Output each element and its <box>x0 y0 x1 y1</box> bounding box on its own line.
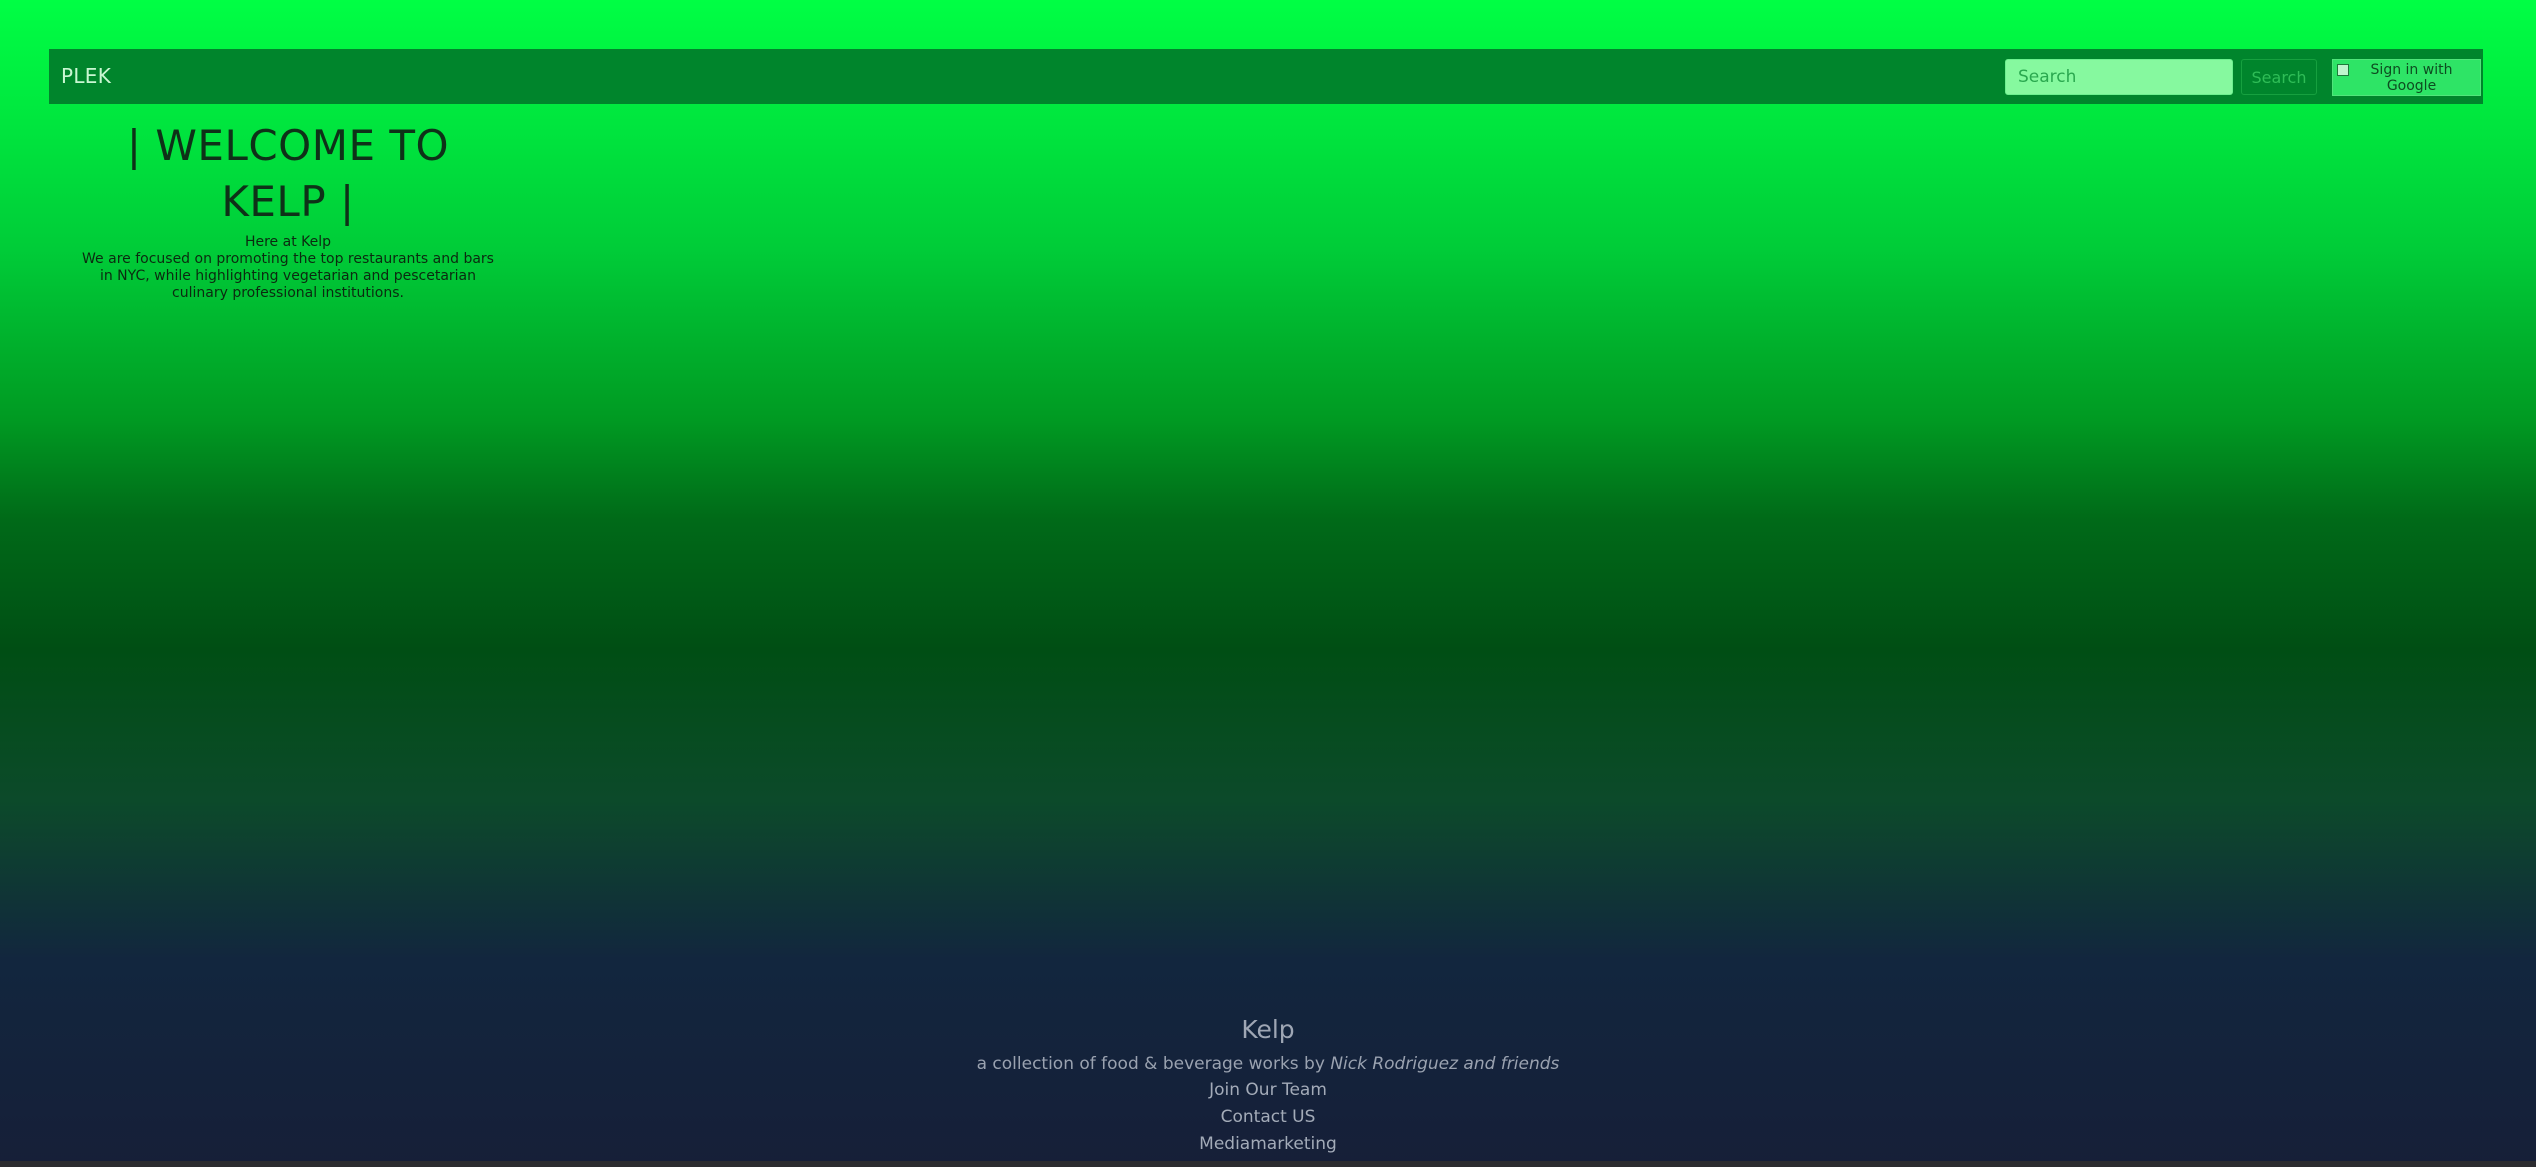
welcome-description: We are focused on promoting the top rest… <box>82 251 494 301</box>
broken-image-icon <box>2337 64 2349 76</box>
google-signin-alt-text: Sign in with Google <box>2370 62 2453 94</box>
footer: Kelp a collection of food & beverage wor… <box>0 1012 2536 1158</box>
footer-tagline-prefix: a collection of food & beverage works by <box>976 1054 1331 1074</box>
navbar: PLEK Search Sign in with Google <box>49 49 2483 104</box>
search-input[interactable] <box>2005 59 2233 95</box>
google-signin-button[interactable]: Sign in with Google <box>2332 59 2481 96</box>
footer-title: Kelp <box>1241 1015 1295 1044</box>
search-button[interactable]: Search <box>2241 59 2317 95</box>
footer-link-join-team[interactable]: Join Our Team <box>0 1077 2536 1104</box>
welcome-section: | WELCOME TO KELP | Here at Kelp We are … <box>75 118 501 302</box>
welcome-heading: | WELCOME TO KELP | <box>126 121 450 226</box>
footer-link-mediamarketing[interactable]: Mediamarketing <box>0 1131 2536 1158</box>
footer-tagline: a collection of food & beverage works by… <box>0 1051 2536 1077</box>
brand-link[interactable]: PLEK <box>61 49 111 104</box>
bottom-strip <box>0 1161 2536 1167</box>
welcome-subheading: Here at Kelp <box>244 234 332 250</box>
footer-link-contact[interactable]: Contact US <box>0 1104 2536 1131</box>
footer-tagline-author: Nick Rodriguez and friends <box>1330 1054 1560 1074</box>
